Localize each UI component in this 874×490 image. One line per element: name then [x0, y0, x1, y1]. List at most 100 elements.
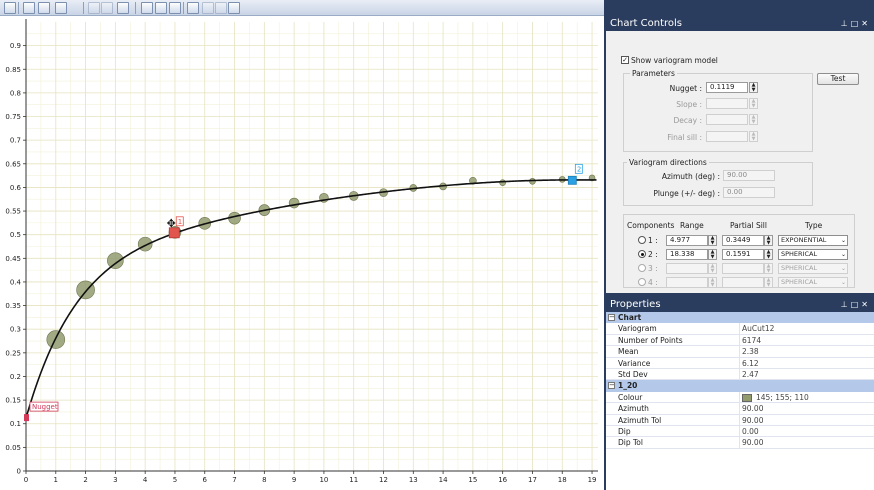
decay-spinner: ▲ ▼	[749, 114, 758, 125]
maximize-icon[interactable]: □	[851, 300, 862, 309]
directions-group-label: Variogram directions	[627, 158, 709, 167]
undo-icon[interactable]	[202, 2, 214, 14]
show-model-label: Show variogram model	[631, 56, 718, 65]
structure-2-label: 2	[577, 165, 581, 173]
test-button[interactable]: Test	[817, 73, 859, 85]
component-3-sill-input	[722, 263, 764, 274]
partial-sill-header: Partial Sill	[730, 221, 767, 230]
property-row[interactable]: Azimuth Tol 90.00	[606, 414, 874, 426]
variogram-model-curve	[25, 179, 597, 419]
y-tick-label: 0.05	[5, 444, 21, 452]
x-tick-label: 17	[528, 476, 537, 484]
x-tick-label: 2	[83, 476, 87, 484]
x-tick-label: 9	[292, 476, 296, 484]
component-2-type-select[interactable]: SPHERICAL ⌄	[778, 249, 848, 260]
component-2-radio[interactable]	[638, 250, 646, 258]
grid-icon[interactable]	[55, 2, 67, 14]
type-header: Type	[805, 221, 823, 230]
component-1-range-spinner[interactable]: ▲ ▼	[708, 235, 717, 246]
component-2-sill-input[interactable]: 0.1591	[722, 249, 764, 260]
copy-icon[interactable]	[88, 2, 100, 14]
component-1-sill-input[interactable]: 0.3449	[722, 235, 764, 246]
pan-hand-icon[interactable]	[155, 2, 167, 14]
layout-icon[interactable]	[4, 2, 16, 14]
component-4-sill-spinner: ▲ ▼	[764, 277, 773, 288]
select-pointer-icon[interactable]	[141, 2, 153, 14]
decay-input	[706, 114, 748, 125]
colour-swatch[interactable]	[742, 393, 752, 402]
pin-icon[interactable]: ⊥	[841, 19, 851, 28]
component-1-radio[interactable]	[638, 236, 646, 244]
property-name: Number of Points	[618, 334, 740, 346]
property-value: 0.00	[742, 427, 759, 436]
components-label: Components	[627, 221, 675, 230]
redo-icon[interactable]	[215, 2, 227, 14]
collapse-icon[interactable]: −	[608, 314, 615, 321]
range-header: Range	[680, 221, 704, 230]
x-tick-label: 16	[498, 476, 507, 484]
property-value: 145; 155; 110	[756, 392, 809, 402]
component-4-sill-input	[722, 277, 764, 288]
property-row[interactable]: Colour 145; 155; 110	[606, 391, 874, 404]
y-tick-label: 0.2	[10, 373, 21, 381]
chart-controls-titlebar: Chart Controls ⊥□✕	[606, 16, 874, 31]
chevron-down-icon: ⌄	[840, 251, 846, 258]
property-row[interactable]: Variance 6.12	[606, 357, 874, 369]
property-row[interactable]: Number of Points 6174	[606, 334, 874, 347]
property-row[interactable]: Std Dev 2.47	[606, 369, 874, 381]
close-icon[interactable]: ✕	[861, 300, 871, 309]
toolbar-separator	[183, 2, 184, 14]
component-2-range-input[interactable]: 18.338	[666, 249, 708, 260]
nugget-label: Nugget	[32, 403, 58, 411]
component-3-sill-spinner: ▲ ▼	[764, 263, 773, 274]
export-icon[interactable]	[117, 2, 129, 14]
component-1-range-input[interactable]: 4.977	[666, 235, 708, 246]
property-row[interactable]: Dip 0.00	[606, 426, 874, 438]
paste-icon[interactable]	[101, 2, 113, 14]
close-icon[interactable]: ✕	[861, 19, 871, 28]
chart-type-icon[interactable]	[38, 2, 50, 14]
y-tick-label: 0	[17, 468, 21, 476]
fit-icon[interactable]	[228, 2, 240, 14]
x-tick-label: 19	[588, 476, 597, 484]
chevron-down-icon: ⌄	[840, 279, 846, 286]
property-row[interactable]: Variogram AuCut12	[606, 323, 874, 335]
variogram-chart-svg: 0 1 2 3 4 5 6 7 8 9 10 11 12 13 14 15 16 17 18 1900.050.10.…	[5, 19, 598, 484]
property-category[interactable]: − Chart	[606, 312, 874, 324]
property-name: Variogram	[618, 323, 740, 334]
property-row[interactable]: Mean 2.38	[606, 346, 874, 358]
move-cursor-icon: ✥	[167, 217, 176, 230]
pin-icon[interactable]: ⊥	[841, 300, 851, 309]
property-value: 6174	[742, 335, 762, 345]
maximize-icon[interactable]: □	[851, 19, 862, 28]
x-tick-label: 14	[439, 476, 448, 484]
y-tick-label: 0.45	[5, 255, 21, 263]
x-tick-label: 11	[349, 476, 358, 484]
component-3-type-value: SPHERICAL	[781, 264, 818, 272]
y-tick-label: 0.3	[10, 326, 21, 334]
properties-icon[interactable]	[23, 2, 35, 14]
zoom-icon[interactable]	[169, 2, 181, 14]
component-2-type-value: SPHERICAL	[781, 250, 818, 258]
toolbar-separator	[83, 2, 84, 14]
parameters-group-label: Parameters	[630, 69, 677, 78]
collapse-icon[interactable]: −	[608, 382, 615, 390]
y-tick-label: 0.65	[5, 160, 21, 168]
property-row[interactable]: Azimuth 90.00	[606, 403, 874, 415]
nugget-input[interactable]: 0.1119	[706, 82, 748, 93]
component-2-range-spinner[interactable]: ▲ ▼	[708, 249, 717, 260]
component-1-sill-spinner[interactable]: ▲ ▼	[764, 235, 773, 246]
property-category[interactable]: −1_20	[606, 380, 874, 392]
component-2-sill-spinner[interactable]: ▲ ▼	[764, 249, 773, 260]
properties-titlebar: Properties ⊥□✕	[606, 297, 874, 312]
variogram-icon[interactable]	[187, 2, 199, 14]
component-1-type-select[interactable]: EXPONENTIAL ⌄	[778, 235, 848, 246]
x-tick-label: 7	[232, 476, 236, 484]
nugget-spinner[interactable]: ▲ ▼	[749, 82, 758, 93]
variogram-chart[interactable]: 0 1 2 3 4 5 6 7 8 9 10 11 12 13 14 15 16 17 18 19 0 0.05 0.1 0.…	[0, 16, 604, 490]
property-row[interactable]: Dip Tol 90.00	[606, 437, 874, 449]
properties-title: Properties	[610, 299, 661, 310]
azimuth-label: Azimuth (deg) :	[661, 172, 720, 181]
property-name: Dip	[618, 426, 740, 437]
show-model-checkbox[interactable]: ✓	[621, 56, 629, 64]
